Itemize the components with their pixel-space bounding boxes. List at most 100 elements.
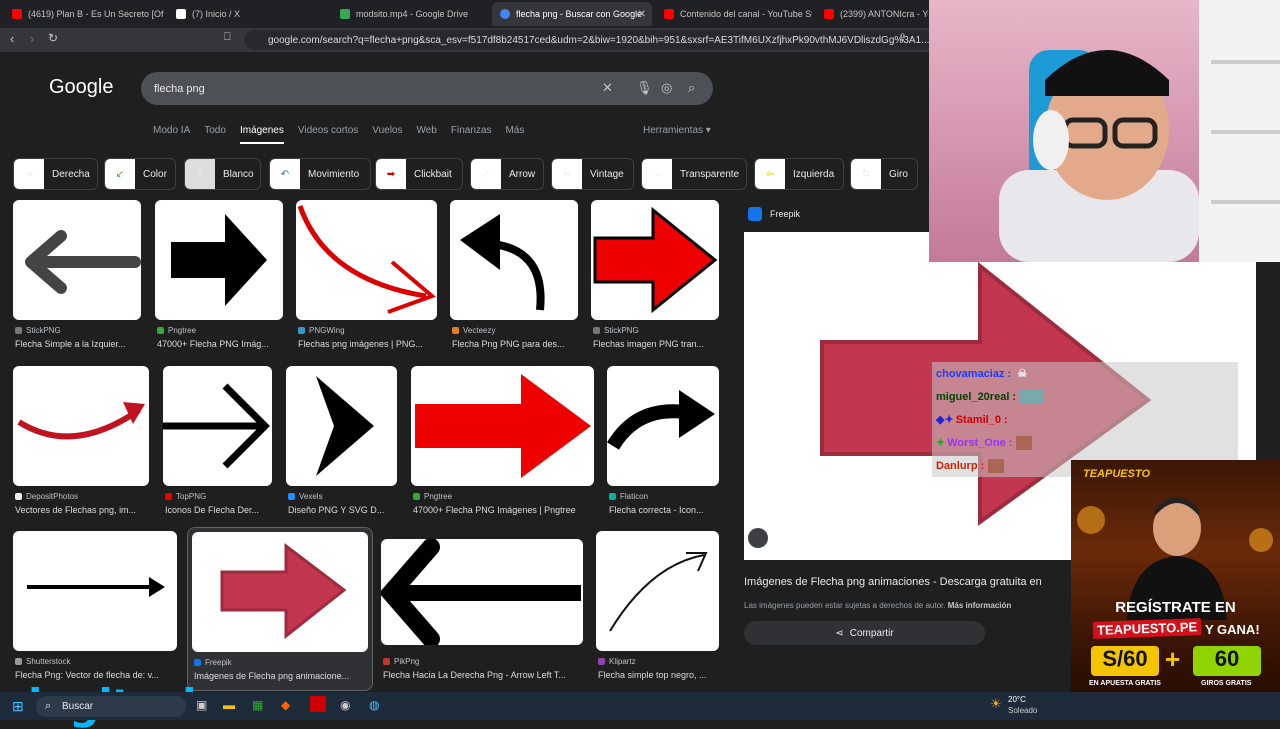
tab-finanzas[interactable]: Finanzas [451,125,492,144]
preview-title[interactable]: Imágenes de Flecha png animaciones - Des… [744,576,1042,588]
windows-start-icon[interactable]: ⊞ [12,698,24,715]
clear-search-icon[interactable]: ✕ [602,80,613,96]
red-swoosh-arrow-image [17,402,145,440]
webcam-overlay [929,0,1280,262]
close-tab-icon[interactable]: ✕ [638,9,646,20]
youtube-icon [12,9,22,19]
result-title[interactable]: 47000+ Flecha PNG Imágenes | Pngtree [413,505,595,515]
result-image[interactable] [381,539,583,645]
tab-google-search[interactable]: flecha png - Buscar con Google ✕ [492,2,652,26]
result-image[interactable] [13,200,141,320]
ad-label1: EN APUESTA GRATIS [1089,680,1161,687]
tab-youtube-antonicra[interactable]: (2399) ANTONIcra - YouT [816,2,928,26]
reload-icon[interactable]: ↻ [48,31,58,45]
result-source: Shutterstock [15,657,70,666]
result-image[interactable] [13,366,149,486]
task-view-icon[interactable]: ▣ [196,698,207,712]
result-title[interactable]: Flecha Simple a la Izquier... [15,339,139,349]
result-title[interactable]: Vectores de Flechas png, im... [15,505,151,515]
result-image[interactable] [411,366,594,486]
result-title[interactable]: Iconos De Flecha Der... [165,505,273,515]
result-title[interactable]: Diseño PNG Y SVG D... [288,505,398,515]
search-icon[interactable]: ⌕ [688,80,695,96]
result-card-selected[interactable]: Freepik Imágenes de Flecha png animacion… [187,527,373,691]
google-logo[interactable]: Google [49,76,114,99]
emote-icon [1016,435,1033,450]
chip-derecha[interactable]: ⇨ Derecha [13,158,98,190]
result-title[interactable]: Flecha simple top negro, ... [598,670,718,680]
chip-giro[interactable]: ↻ Giro [850,158,918,190]
thin-right-arrow-image [163,383,270,469]
search-input[interactable]: flecha png [141,72,713,105]
youtube-icon [824,9,834,19]
result-image[interactable] [155,200,283,320]
app-icon[interactable] [310,696,326,712]
tab-mas[interactable]: Más [505,125,524,144]
result-title[interactable]: Flecha Hacia La Derecha Png - Arrow Left… [383,670,583,680]
obs-icon[interactable]: ◉ [340,698,350,712]
brave-icon[interactable]: ◆ [281,698,290,712]
big-left-arrow-image [381,539,581,645]
result-title[interactable]: Flecha Png: Vector de flecha de: v... [15,670,175,680]
tab-youtube-plan-b[interactable]: (4619) Plan B - Es Un Secreto [Of [4,2,164,26]
result-image[interactable] [192,532,368,652]
tab-google-drive[interactable]: modsito.mp4 - Google Drive [332,2,492,26]
chip-arrow[interactable]: ⟋ Arrow [470,158,544,190]
ad-amount1: S/60 [1091,646,1159,676]
tab-imagenes[interactable]: Imágenes [239,125,284,144]
result-source: Pngtree [157,326,196,335]
chip-clickbait[interactable]: ➡ Clickbait [375,158,463,190]
result-source: Vecteezy [452,326,495,335]
result-image[interactable] [163,366,272,486]
forward-icon[interactable]: › [30,31,34,46]
app-icon[interactable]: ▦ [252,698,263,712]
result-image[interactable] [591,200,719,320]
result-source: StickPNG [593,326,639,335]
chip-movimiento[interactable]: ↶ Movimiento [269,158,371,190]
curved-right-arrow-image [607,390,715,450]
share-button[interactable]: ⋖ Compartir [744,621,985,645]
result-image[interactable] [286,366,397,486]
result-title[interactable]: Imágenes de Flecha png animacione... [194,671,370,681]
lens-icon[interactable]: ◎ [661,80,672,96]
more-info-link[interactable]: Más información [948,601,1012,610]
result-title[interactable]: Flecha correcta - Icon... [609,505,719,515]
result-image[interactable] [450,200,578,320]
tab-videos-cortos[interactable]: Videos cortos [298,125,358,144]
chip-blanco[interactable]: ⇧ Blanco [184,158,261,190]
tab-web[interactable]: Web [416,125,436,144]
tab-todo[interactable]: Todo [204,125,226,144]
address-bar[interactable]: google.com/search?q=flecha+png&sca_esv=f… [244,30,944,50]
tab-vuelos[interactable]: Vuelos [372,125,402,144]
tools-button[interactable]: Herramientas ▾ [643,125,711,136]
result-image[interactable] [13,531,177,651]
result-image[interactable] [607,366,719,486]
taskbar-search[interactable]: ⌕ Buscar [36,696,186,717]
tab-modo-ia[interactable]: Modo IA [153,125,190,144]
result-image[interactable] [296,200,437,320]
tab-youtube-studio[interactable]: Contenido del canal - YouTube Studi [656,2,812,26]
chip-color[interactable]: ↙ Color [104,158,176,190]
bookmark-icon[interactable]: ⎕ [224,31,231,44]
chip-transparente[interactable]: → Transparente [641,158,747,190]
result-title[interactable]: Flechas imagen PNG tran... [593,339,717,349]
yellow-arrow-thumb-icon: ⇦ [755,159,785,189]
result-image[interactable] [596,531,719,651]
chat-message: miguel_20real : [932,385,1238,408]
chip-vintage[interactable]: ➳ Vintage [551,158,634,190]
weather-widget[interactable]: 20°C Soleado [1008,694,1037,716]
file-explorer-icon[interactable]: ▬ [223,698,235,712]
ad-line3: Y GANA! [1205,622,1260,637]
tab-x-inicio[interactable]: (7) Inicio / X [168,2,328,26]
result-title[interactable]: Flecha Png PNG para des... [452,339,576,349]
chip-izquierda[interactable]: ⇦ Izquierda [754,158,844,190]
back-icon[interactable]: ‹ [10,31,14,46]
arrow-right-thumb-icon: ⇨ [14,159,44,189]
result-source: TopPNG [165,492,206,501]
result-title[interactable]: Flechas png imágenes | PNG... [298,339,436,349]
share-icon[interactable]: ⇪ [898,31,907,44]
preview-source[interactable]: Freepik [748,207,800,221]
result-title[interactable]: 47000+ Flecha PNG Imág... [157,339,281,349]
microphone-icon[interactable]: 🎙 [636,80,653,96]
browser-icon[interactable]: ◍ [369,698,379,712]
